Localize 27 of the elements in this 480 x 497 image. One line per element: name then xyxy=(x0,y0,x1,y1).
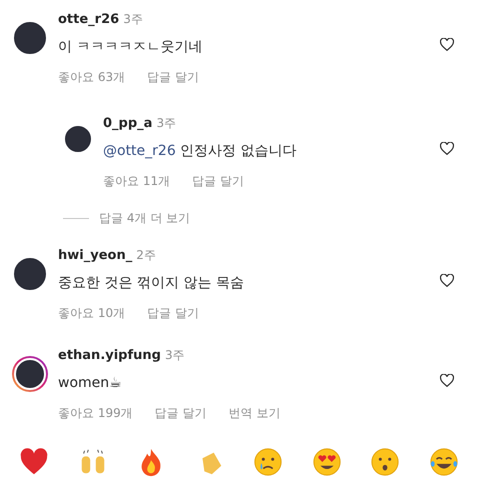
like-count[interactable]: 좋아요 10개 xyxy=(58,304,126,322)
comment-text: @otte_r26 인정사정 없습니다 xyxy=(103,142,297,158)
comment-text: women☕ xyxy=(58,374,122,390)
username[interactable]: hwi_yeon_ xyxy=(58,246,132,266)
translate-link[interactable]: 번역 보기 xyxy=(228,404,280,422)
reply-link[interactable]: 답글 달기 xyxy=(147,68,199,86)
view-replies-link[interactable]: 답글 4개 더 보기 xyxy=(99,209,190,227)
avatar[interactable] xyxy=(12,356,48,392)
timestamp: 3주 xyxy=(123,11,143,28)
timestamp: 3주 xyxy=(164,347,185,364)
username[interactable]: ethan.yipfung xyxy=(58,346,161,366)
reply-link[interactable]: 답글 달기 xyxy=(192,172,244,190)
username[interactable]: 0_pp_a xyxy=(103,114,152,134)
username[interactable]: otte_r26 xyxy=(58,10,120,30)
timestamp: 2주 xyxy=(136,247,156,264)
reply-link[interactable]: 답글 달기 xyxy=(147,304,199,322)
like-icon[interactable] xyxy=(440,374,454,387)
like-count[interactable]: 좋아요 199개 xyxy=(58,404,133,422)
comment-text: 이 ㅋㅋㅋㅋㅈㄴ웃기네 xyxy=(58,38,202,54)
reply-link[interactable]: 답글 달기 xyxy=(154,404,207,422)
like-count[interactable]: 좋아요 11개 xyxy=(103,172,170,190)
like-icon[interactable] xyxy=(440,274,454,287)
like-count[interactable]: 좋아요 63개 xyxy=(58,68,126,86)
like-icon[interactable] xyxy=(440,142,454,155)
like-icon[interactable] xyxy=(440,38,454,51)
timestamp: 3주 xyxy=(156,115,176,132)
comment-text: 중요한 것은 꺾이지 않는 목숨 xyxy=(58,274,244,290)
